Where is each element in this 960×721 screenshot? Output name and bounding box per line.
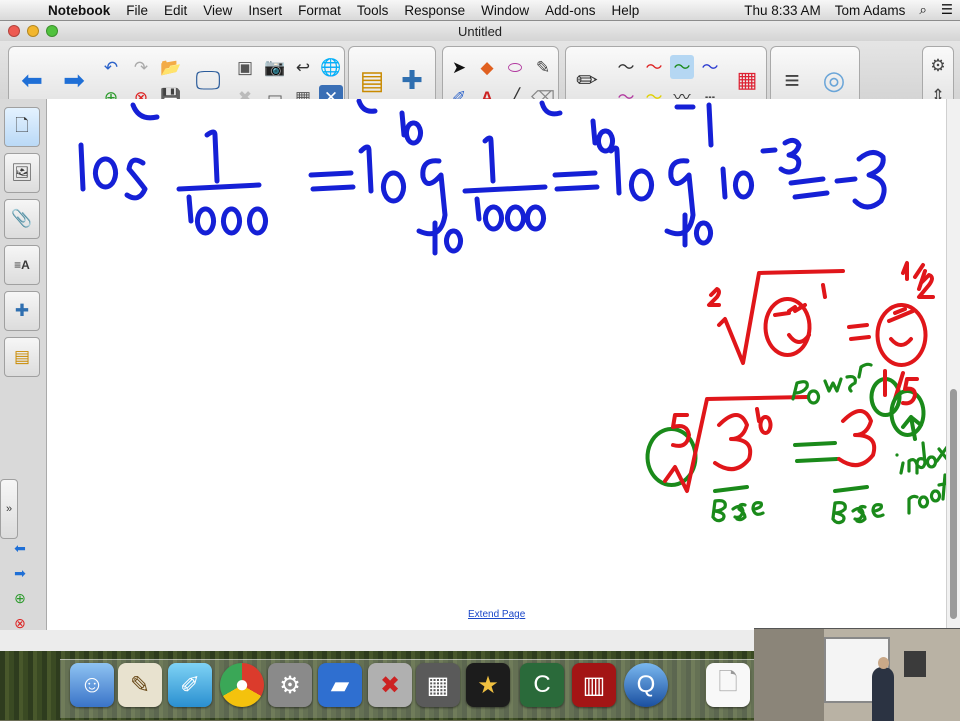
menu-edit[interactable]: Edit	[156, 3, 195, 18]
menu-window[interactable]: Window	[473, 3, 537, 18]
iphoto-icon[interactable]: ▦	[416, 663, 460, 707]
menu-app-name[interactable]: Notebook	[44, 3, 118, 18]
sidebar-previous-page-icon[interactable]: ⬅	[10, 539, 30, 557]
webcam-presenter	[872, 667, 894, 721]
webcam-presenter-head	[878, 657, 889, 669]
xcode-tools-icon[interactable]: ✖	[368, 663, 412, 707]
lesson-activity-tab-icon[interactable]: ▤	[4, 337, 40, 377]
select-tool-icon[interactable]: ➤	[447, 55, 471, 79]
extend-page-link[interactable]: Extend Page	[468, 609, 525, 620]
spotlight-search-icon[interactable]: ⌕	[912, 2, 934, 18]
menu-response[interactable]: Response	[396, 3, 473, 18]
menu-bar: Notebook File Edit View Insert Format To…	[0, 0, 960, 21]
camtasia-icon[interactable]: C	[520, 663, 564, 707]
photo-booth-icon[interactable]: ▥	[572, 663, 616, 707]
document-icon[interactable]: 🗋	[706, 663, 750, 707]
open-file-icon[interactable]: 📂	[159, 55, 183, 79]
chrome-icon[interactable]: ●	[220, 663, 264, 707]
page-vertical-scrollbar[interactable]	[946, 99, 960, 630]
menu-tools[interactable]: Tools	[349, 3, 397, 18]
webcam-overlay	[754, 628, 960, 721]
menu-add-ons[interactable]: Add-ons	[537, 3, 603, 18]
pen-style-green-icon[interactable]: 〜	[670, 55, 694, 79]
ink-top-fragments	[130, 99, 714, 154]
ink-log-equation	[78, 129, 887, 256]
line-properties-icon[interactable]: ≡	[775, 63, 809, 97]
pen-style-red-icon[interactable]: 〜	[642, 55, 666, 79]
sidebar-delete-page-icon[interactable]: ⊗	[10, 614, 30, 632]
previous-page-icon[interactable]: ⬅	[15, 63, 49, 97]
next-page-icon[interactable]: ➡	[57, 63, 91, 97]
menu-file[interactable]: File	[118, 3, 156, 18]
gallery-icon[interactable]: ▤	[355, 63, 389, 97]
zoom-window-button[interactable]	[46, 25, 58, 37]
redo-icon[interactable]: ↷	[129, 55, 153, 79]
menu-format[interactable]: Format	[290, 3, 349, 18]
keynote-icon[interactable]: ▰	[318, 663, 362, 707]
ink-fifth-root	[645, 369, 926, 493]
finder-icon[interactable]: ☺	[70, 663, 114, 707]
system-preferences-icon[interactable]: ⚙	[268, 663, 312, 707]
undo-icon[interactable]: ↶	[99, 55, 123, 79]
gallery-tab-icon[interactable]: 🖼	[4, 153, 40, 193]
whiteboard-page[interactable]: Extend Page	[47, 99, 947, 630]
close-window-button[interactable]	[8, 25, 20, 37]
pen-style-black-icon[interactable]: 〜	[614, 55, 638, 79]
settings-gear-icon[interactable]: ⚙	[926, 53, 950, 77]
pen-style-blue-icon[interactable]: 〜	[698, 55, 722, 79]
quicktime-icon[interactable]: Q	[624, 663, 668, 707]
side-tabs: 🗋 🖼 📎 ≡A ✚ ▤ » ⬅ ➡ ⊕ ⊗	[0, 99, 47, 632]
properties-tab-icon[interactable]: ≡A	[4, 245, 40, 285]
attachments-tab-icon[interactable]: 📎	[4, 199, 40, 239]
window-title: Untitled	[457, 23, 503, 39]
notes-icon[interactable]: ✐	[168, 663, 212, 707]
screen-shade-icon[interactable]: ▣	[233, 55, 257, 79]
menubar-clock[interactable]: Thu 8:33 AM	[737, 3, 828, 18]
page-sorter-tab-icon[interactable]: 🗋	[4, 107, 40, 147]
transparency-icon[interactable]: ◎	[817, 63, 851, 97]
eraser-tool-icon[interactable]: ⬭	[503, 55, 527, 79]
scrollbar-thumb[interactable]	[950, 389, 957, 619]
menu-view[interactable]: View	[195, 3, 240, 18]
pen-icon[interactable]: ✏	[570, 63, 604, 97]
collapse-sidebar-handle[interactable]: »	[0, 479, 18, 539]
menu-help[interactable]: Help	[603, 3, 647, 18]
notification-list-icon[interactable]: ☰	[934, 2, 960, 18]
minimize-window-button[interactable]	[27, 25, 39, 37]
screen-display-icon[interactable]: 🖵	[191, 63, 225, 97]
clear-ink-icon[interactable]: ↩	[291, 55, 315, 79]
sidebar-next-page-icon[interactable]: ➡	[10, 564, 30, 582]
screen-capture-icon[interactable]: 📷	[263, 55, 287, 79]
handwritten-ink	[78, 99, 947, 525]
color-palette-icon[interactable]: ▦	[730, 63, 764, 97]
web-browser-icon[interactable]: 🌐	[319, 55, 343, 79]
ink-square-root	[707, 261, 935, 367]
fill-tool-icon[interactable]: ✎	[531, 55, 555, 79]
window-titlebar: Untitled	[0, 21, 960, 41]
menubar-user[interactable]: Tom Adams	[828, 3, 913, 18]
webcam-poster	[904, 651, 926, 677]
preview-icon[interactable]: ✎	[118, 663, 162, 707]
imovie-icon[interactable]: ★	[466, 663, 510, 707]
menu-insert[interactable]: Insert	[240, 3, 290, 18]
add-ons-tab-icon[interactable]: ✚	[4, 291, 40, 331]
sidebar-add-page-icon[interactable]: ⊕	[10, 589, 30, 607]
add-ons-puzzle-icon[interactable]: ✚	[395, 63, 429, 97]
webcam-wall	[754, 629, 824, 721]
shapes-tool-icon[interactable]: ◆	[475, 55, 499, 79]
